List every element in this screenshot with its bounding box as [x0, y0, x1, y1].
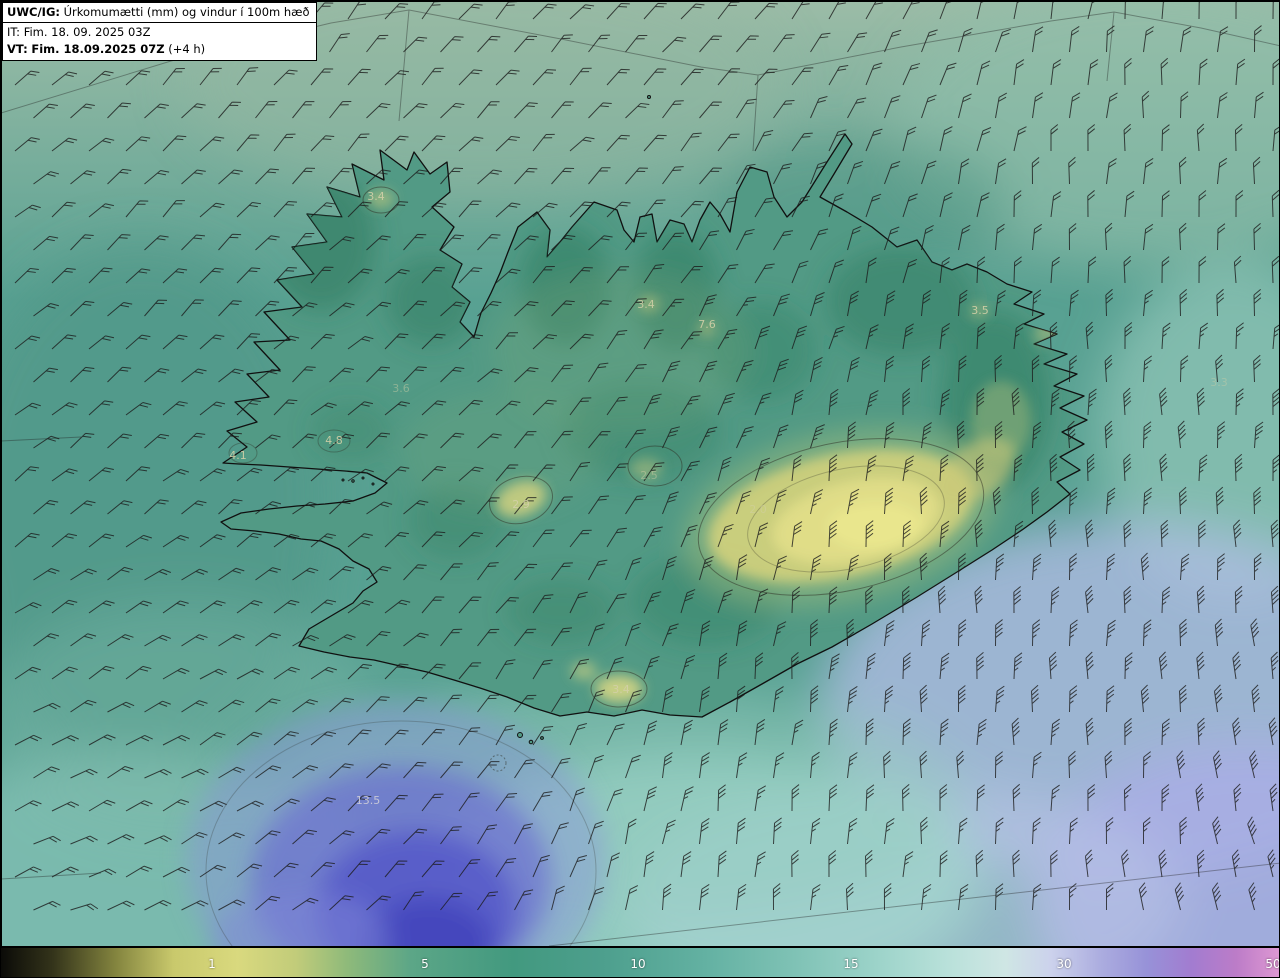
valid-time-value: Fim. 18.09.2025 07Z	[31, 42, 165, 56]
colorbar-tick-label: 30	[1056, 956, 1072, 971]
contour-value-label: 3.3	[1210, 376, 1228, 389]
contour-value-label: 3.5	[971, 304, 989, 317]
title-line-init-time: IT: Fim. 18. 09. 2025 03Z	[7, 24, 310, 41]
contour-value-label: 2.5	[640, 469, 658, 482]
contour-value-label: 3.6	[392, 382, 410, 395]
init-time-label: IT:	[7, 25, 21, 39]
contour-value-label: 4.8	[325, 434, 343, 447]
contour-value-label: 3.4	[367, 190, 385, 203]
weather-map-stage: 3.4 3.6 3.4 7.6 3.5 3.3 4.8 4.1 2.9 2.5 2.0 3.4 13.5…	[0, 0, 1280, 978]
title-line-product: UWC/IG: Úrkomumætti (mm) og vindur í 100…	[3, 4, 316, 23]
product-label: UWC/IG:	[7, 5, 60, 19]
contour-value-label: 2.9	[512, 498, 530, 511]
colorbar-tick-label: 15	[843, 956, 859, 971]
colorbar-tick-label: 50	[1265, 956, 1280, 971]
contour-value-label: 13.5	[356, 794, 381, 807]
title-line-valid-time: VT: Fim. 18.09.2025 07Z (+4 h)	[7, 41, 310, 58]
colorbar-tick-label: 10	[630, 956, 646, 971]
valid-time-label: VT:	[7, 42, 28, 56]
contour-value-label: 3.4	[612, 683, 630, 696]
contour-value-label: 7.6	[698, 318, 716, 331]
colorbar-tick-label: 5	[421, 956, 429, 971]
precipitation-wind-map: 3.4 3.6 3.4 7.6 3.5 3.3 4.8 4.1 2.9 2.5 2.0 3.4 13.5	[1, 1, 1279, 947]
product-title: Úrkomumætti (mm) og vindur í 100m hæð	[63, 5, 310, 19]
init-time-value: Fim. 18. 09. 2025 03Z	[23, 25, 151, 39]
contour-value-label: 2.0	[749, 503, 767, 516]
valid-time-offset: (+4 h)	[168, 42, 206, 56]
colorbar-tick-label: 1	[208, 956, 216, 971]
map-legend-box: UWC/IG: Úrkomumætti (mm) og vindur í 100…	[2, 2, 317, 61]
contour-value-label: 4.1	[229, 449, 247, 462]
contour-value-label: 3.4	[637, 298, 655, 311]
colorbar-gradient: 1 5 10 15 30 50	[1, 947, 1280, 977]
